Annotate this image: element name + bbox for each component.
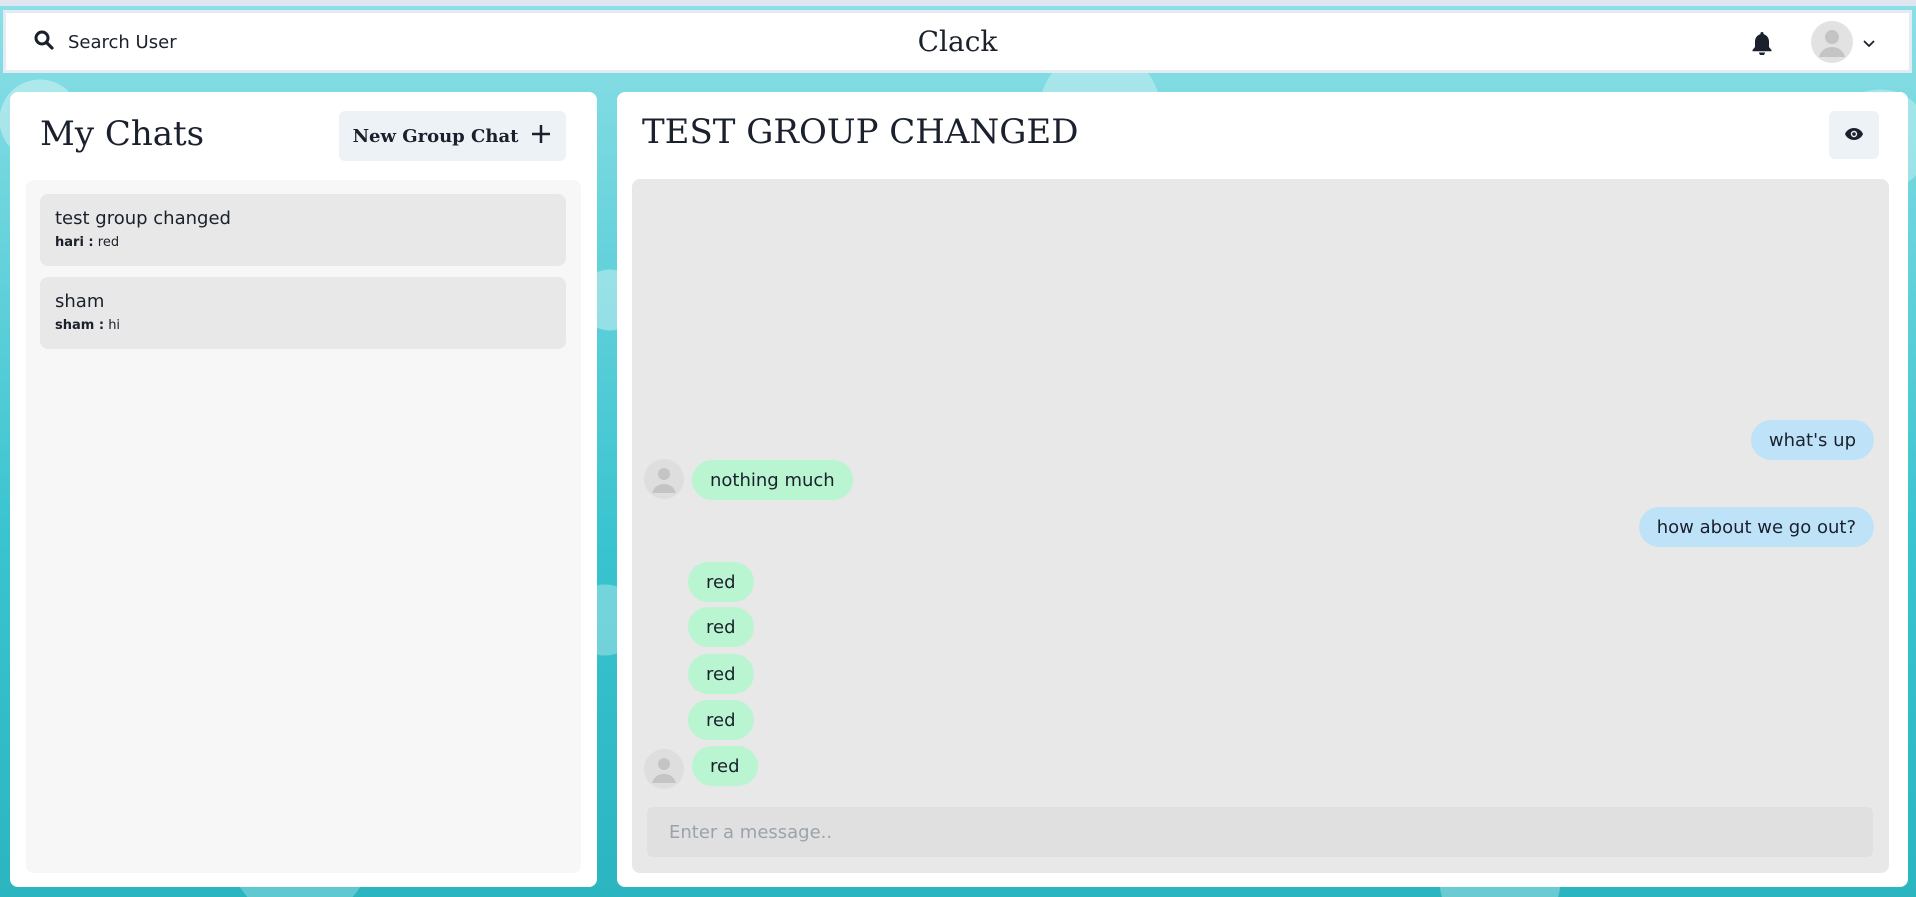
message-input[interactable] xyxy=(647,807,1873,857)
top-header: Search User Clack xyxy=(3,10,1912,73)
top-strip xyxy=(0,0,1916,6)
chat-title: TEST GROUP CHANGED xyxy=(642,112,1079,152)
view-group-details-button[interactable] xyxy=(1829,111,1879,159)
message-bubble-sent: how about we go out? xyxy=(1638,507,1874,547)
chat-list-item[interactable]: sham sham : hi xyxy=(40,277,566,349)
eye-icon xyxy=(1844,127,1864,144)
chat-latest-message: sham : hi xyxy=(55,318,551,333)
chat-list: test group changed hari : red sham sham … xyxy=(26,180,581,873)
new-group-chat-label: New Group Chat xyxy=(352,125,519,147)
message-bubble-received: red xyxy=(692,746,758,786)
chat-name: sham xyxy=(55,291,105,312)
app-title: Clack xyxy=(917,25,998,58)
chat-latest-sender: sham : xyxy=(55,318,105,333)
chevron-down-icon xyxy=(1863,33,1875,52)
chat-latest-text: red xyxy=(97,235,120,250)
message-bubble-received: red xyxy=(688,562,754,602)
plus-icon xyxy=(530,123,552,150)
chat-latest-sender: hari : xyxy=(55,235,94,250)
my-chats-title: My Chats xyxy=(40,114,205,154)
chat-latest-text: hi xyxy=(108,318,121,333)
user-avatar-icon xyxy=(1811,21,1853,63)
chat-list-item[interactable]: test group changed hari : red xyxy=(40,194,566,266)
sender-avatar-icon[interactable] xyxy=(644,749,684,789)
chat-latest-message: hari : red xyxy=(55,235,551,250)
message-bubble-sent: what's up xyxy=(1750,420,1874,460)
sender-avatar-icon[interactable] xyxy=(644,459,684,499)
new-group-chat-button[interactable]: New Group Chat xyxy=(339,111,566,161)
messages-area: what's up nothing much how about we go o… xyxy=(632,179,1889,873)
chat-panel: TEST GROUP CHANGED what's up nothing muc… xyxy=(617,92,1908,887)
message-bubble-received: red xyxy=(688,654,754,694)
message-bubble-received: nothing much xyxy=(692,460,853,500)
my-chats-sidebar: My Chats New Group Chat test group chang… xyxy=(10,92,597,887)
message-bubble-received: red xyxy=(688,607,754,647)
chat-name: test group changed xyxy=(55,208,231,229)
bell-icon[interactable] xyxy=(1751,31,1773,59)
message-bubble-received: red xyxy=(688,700,754,740)
profile-menu-button[interactable] xyxy=(1811,21,1875,63)
